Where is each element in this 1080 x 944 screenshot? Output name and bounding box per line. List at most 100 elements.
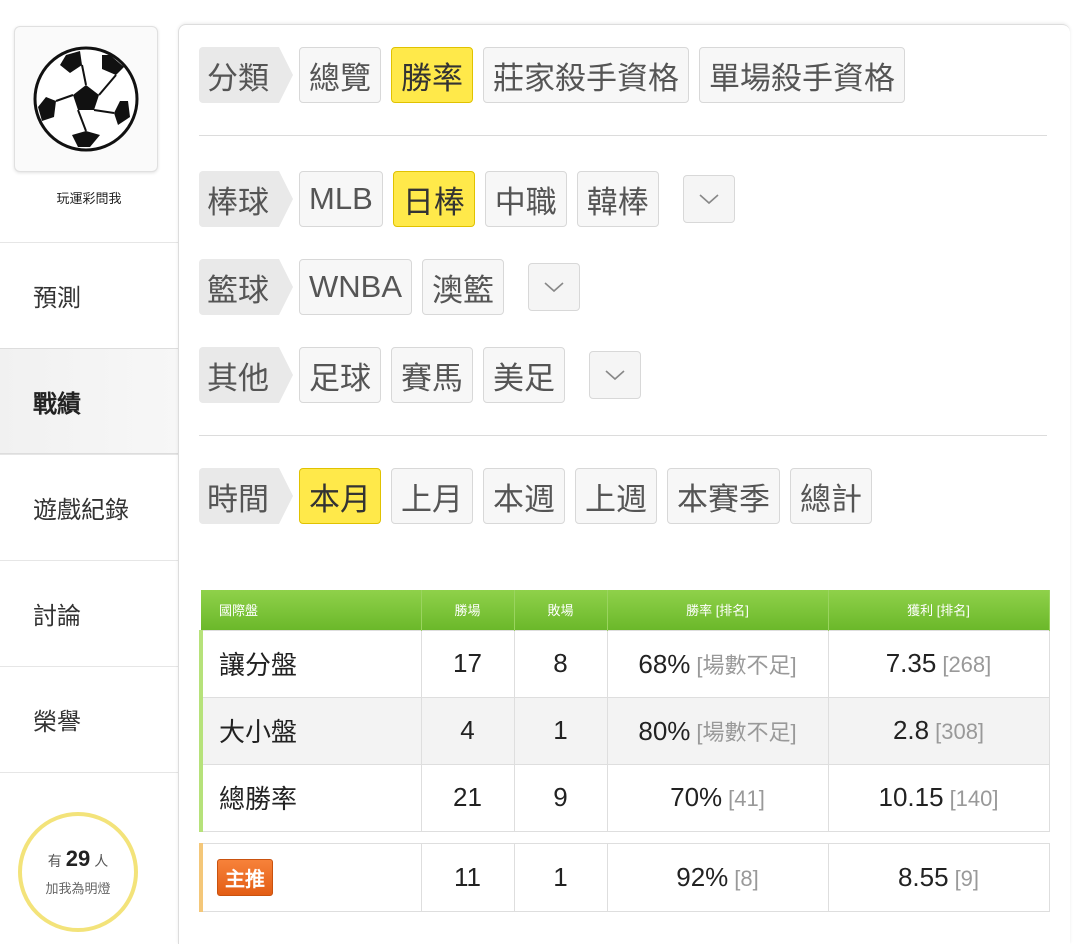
table-row: 大小盤 4 1 80% [場數不足] 2.8 [308] [199, 696, 1050, 765]
chevron-down-icon [699, 194, 719, 205]
filter-label-basketball: 籃球 [199, 259, 293, 315]
chip-wnba[interactable]: WNBA [299, 259, 412, 315]
divider [199, 135, 1047, 136]
featured-losses: 1 [513, 843, 608, 912]
row-name: 大小盤 [199, 696, 422, 765]
row-profit-rank: [268] [942, 652, 992, 677]
filter-label-other: 其他 [199, 347, 293, 403]
row-profit-cell: 7.35 [268] [827, 629, 1050, 698]
fans-count-line: 有 29 人 [22, 846, 134, 872]
row-profit: 2.8 [892, 715, 930, 745]
chip-last-week[interactable]: 上週 [575, 468, 657, 524]
row-wins: 4 [420, 696, 515, 765]
fans-prefix: 有 [47, 853, 62, 869]
soccer-ball-icon [33, 46, 139, 152]
featured-rate-cell: 92% [8] [606, 843, 829, 912]
header-win-rate: 勝率 [排名] [607, 590, 829, 630]
chip-mlb[interactable]: MLB [299, 171, 383, 227]
username: 玩運彩問我 [56, 191, 122, 206]
chip-this-month[interactable]: 本月 [299, 468, 381, 524]
nav-divider [0, 772, 178, 773]
baseball-dropdown-button[interactable] [682, 175, 735, 223]
featured-profit-cell: 8.55 [9] [827, 843, 1050, 912]
filter-row-baseball: 棒球 MLB 日棒 中職 韓棒 [199, 171, 735, 227]
filter-label-category: 分類 [199, 47, 293, 103]
nav-item-discussion[interactable]: 討論 [0, 560, 178, 666]
chip-horse-racing[interactable]: 賽馬 [391, 347, 473, 403]
chip-cpbl[interactable]: 中職 [484, 171, 567, 227]
row-losses: 1 [513, 696, 608, 765]
filter-label-baseball: 棒球 [199, 171, 293, 227]
row-profit-cell: 2.8 [308] [827, 696, 1050, 765]
row-rate: 80% [638, 715, 691, 746]
row-profit: 7.35 [885, 648, 937, 678]
table-header-row: 國際盤 勝場 敗場 勝率 [排名] 獲利 [排名] [201, 590, 1050, 630]
chip-kbo[interactable]: 韓棒 [576, 171, 659, 227]
table-row: 總勝率 21 9 70% [41] 10.15 [140] [199, 763, 1050, 832]
fans-suffix: 人 [94, 853, 109, 869]
row-rate-note: [場數不足] [696, 719, 797, 745]
header-market: 國際盤 [201, 590, 422, 630]
featured-badge-cell: 主推 [199, 843, 422, 912]
chip-banker-killer[interactable]: 莊家殺手資格 [483, 47, 689, 103]
chip-single-killer[interactable]: 單場殺手資格 [699, 47, 905, 103]
other-dropdown-button[interactable] [589, 351, 641, 399]
chip-overview[interactable]: 總覽 [299, 47, 381, 103]
chip-npb[interactable]: 日棒 [392, 171, 475, 227]
header-profit: 獲利 [排名] [828, 590, 1050, 630]
row-rate-cell: 68% [場數不足] [606, 629, 829, 698]
featured-wins: 11 [420, 843, 515, 912]
chip-this-season[interactable]: 本賽季 [667, 468, 780, 524]
filter-row-other: 其他 足球 賽馬 美足 [199, 347, 641, 403]
fans-caption: 加我為明燈 [45, 881, 111, 896]
table-row: 讓分盤 17 8 68% [場數不足] 7.35 [268] [199, 629, 1050, 698]
row-rate-cell: 70% [41] [606, 763, 829, 832]
row-wins: 17 [420, 629, 515, 698]
row-rate-cell: 80% [場數不足] [606, 696, 829, 765]
row-name: 讓分盤 [199, 629, 422, 698]
fans-count: 29 [65, 846, 91, 871]
nav-item-honor[interactable]: 榮譽 [0, 666, 178, 772]
chip-this-week[interactable]: 本週 [483, 468, 565, 524]
filter-row-time: 時間 本月 上月 本週 上週 本賽季 總計 [199, 468, 882, 524]
row-wins: 21 [420, 763, 515, 832]
row-profit-cell: 10.15 [140] [827, 763, 1050, 832]
featured-row: 主推 11 1 92% [8] 8.55 [9] [199, 843, 1050, 912]
filter-row-category: 分類 總覽 勝率 莊家殺手資格 單場殺手資格 [199, 47, 915, 103]
row-losses: 9 [513, 763, 608, 832]
row-profit: 10.15 [878, 782, 944, 812]
stats-table: 國際盤 勝場 敗場 勝率 [排名] 獲利 [排名] 讓分盤 17 8 68% [場… [199, 590, 1050, 832]
row-losses: 8 [513, 629, 608, 698]
chevron-down-icon [544, 282, 564, 293]
divider [199, 435, 1047, 436]
chip-total[interactable]: 總計 [790, 468, 872, 524]
chip-soccer[interactable]: 足球 [299, 347, 381, 403]
filter-label-time: 時間 [199, 468, 293, 524]
featured-profit: 8.55 [897, 862, 949, 892]
row-rate: 70% [670, 782, 723, 812]
sidebar: 玩運彩問我 預測 戰績 遊戲紀錄 討論 榮譽 有 29 人 加我為明燈 [0, 0, 178, 932]
row-rate-note: [41] [728, 786, 765, 811]
featured-table: 主推 11 1 92% [8] 8.55 [9] [199, 843, 1050, 912]
chip-american-football[interactable]: 美足 [483, 347, 565, 403]
chip-win-rate[interactable]: 勝率 [391, 47, 473, 103]
avatar[interactable] [14, 26, 158, 172]
filter-row-basketball: 籃球 WNBA 澳籃 [199, 259, 580, 315]
nav-item-game-log[interactable]: 遊戲紀錄 [0, 454, 178, 560]
header-losses: 敗場 [514, 590, 608, 630]
featured-profit-rank: [9] [954, 866, 980, 891]
nav-item-record[interactable]: 戰績 [0, 348, 178, 454]
nav-item-predict[interactable]: 預測 [0, 242, 178, 348]
row-profit-rank: [308] [935, 719, 985, 744]
chevron-down-icon [605, 370, 625, 381]
fans-badge[interactable]: 有 29 人 加我為明燈 [18, 812, 138, 932]
main-panel: 分類 總覽 勝率 莊家殺手資格 單場殺手資格 棒球 MLB 日棒 中職 韓棒 籃… [178, 24, 1070, 944]
chip-nbl[interactable]: 澳籃 [422, 259, 504, 315]
chip-last-month[interactable]: 上月 [391, 468, 473, 524]
basketball-dropdown-button[interactable] [528, 263, 580, 311]
row-rate: 68% [638, 648, 691, 679]
featured-rate: 92% [676, 862, 729, 892]
featured-badge: 主推 [217, 859, 273, 896]
header-wins: 勝場 [421, 590, 515, 630]
row-name: 總勝率 [199, 763, 422, 832]
